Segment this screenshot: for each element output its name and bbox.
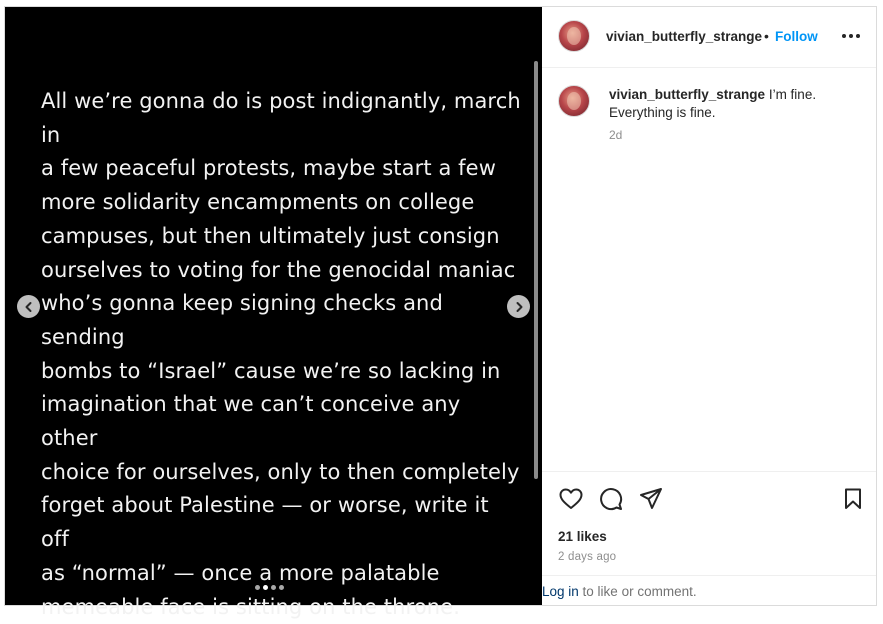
chevron-left-icon [25, 301, 31, 312]
login-link[interactable]: Log in [542, 584, 579, 599]
caption-username[interactable]: vivian_butterfly_strange [609, 87, 765, 102]
carousel-dot [279, 585, 284, 590]
next-slide-button[interactable] [507, 295, 530, 318]
previous-slide-button[interactable] [17, 295, 40, 318]
header-username[interactable]: vivian_butterfly_strange [606, 29, 762, 44]
carousel-dot-active [263, 585, 268, 590]
avatar[interactable] [558, 20, 590, 52]
bookmark-icon [845, 488, 861, 509]
share-icon [640, 488, 662, 509]
login-prompt: Log in to like or comment. [542, 575, 876, 605]
likes-count[interactable]: 21 likes [558, 529, 607, 544]
actions-section: 21 likes 2 days ago [542, 471, 876, 575]
like-button[interactable] [558, 486, 584, 512]
post-header: vivian_butterfly_strange • Follow [542, 7, 876, 68]
avatar[interactable] [558, 85, 590, 117]
login-text: Log in to like or comment. [542, 584, 697, 599]
post-modal: All we’re gonna do is post indignantly, … [4, 6, 877, 619]
carousel-dot [255, 585, 260, 590]
chevron-right-icon [516, 301, 522, 312]
carousel-indicators [255, 585, 284, 590]
more-icon [842, 34, 860, 38]
share-button[interactable] [638, 486, 664, 512]
comment-button[interactable] [598, 486, 624, 512]
post-date[interactable]: 2 days ago [558, 551, 616, 563]
header-separator: • [764, 28, 769, 44]
follow-button[interactable]: Follow [775, 29, 818, 44]
media-scrollbar[interactable] [534, 61, 538, 479]
carousel-dot [271, 585, 276, 590]
caption-text: vivian_butterfly_strange I’m fine. Every… [609, 86, 859, 122]
post-media: All we’re gonna do is post indignantly, … [5, 7, 542, 619]
comment-icon [600, 488, 623, 511]
post-sidebar: vivian_butterfly_strange • Follow vivian… [542, 7, 876, 605]
login-suffix: to like or comment. [578, 584, 697, 599]
caption-timestamp[interactable]: 2d [609, 128, 622, 142]
more-options-button[interactable] [839, 26, 863, 46]
save-button[interactable] [840, 486, 866, 512]
heart-icon [559, 488, 583, 509]
slide-text: All we’re gonna do is post indignantly, … [41, 89, 521, 619]
